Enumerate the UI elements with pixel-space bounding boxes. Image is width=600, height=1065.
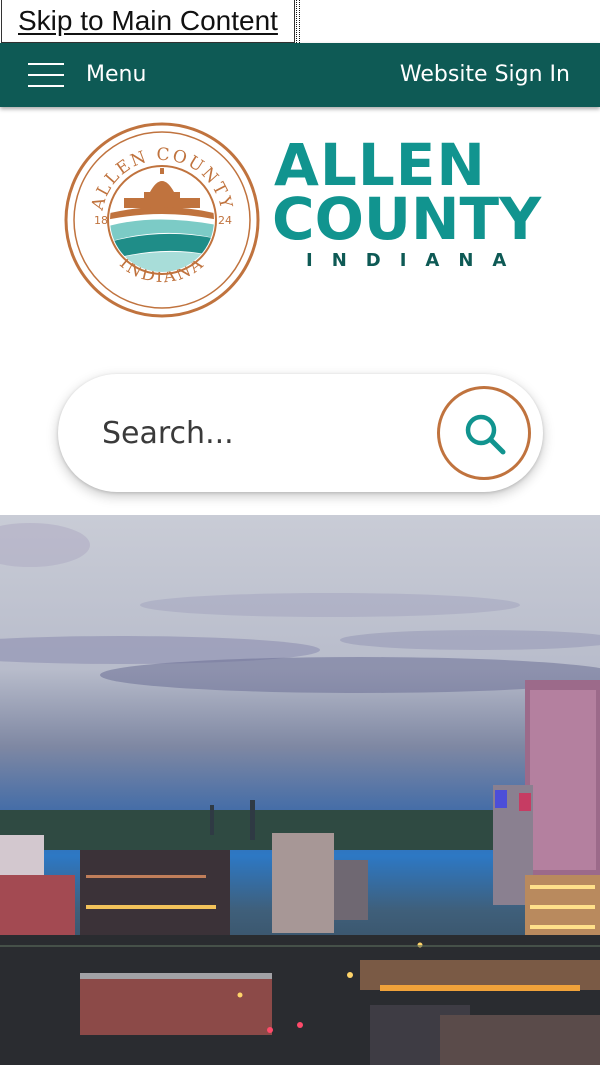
skip-to-main-link[interactable]: Skip to Main Content bbox=[1, 0, 295, 43]
svg-text:18: 18 bbox=[94, 214, 108, 227]
skip-bar: Skip to Main Content bbox=[0, 0, 600, 43]
hamburger-menu-icon[interactable] bbox=[28, 61, 64, 89]
search-button[interactable] bbox=[437, 386, 531, 480]
top-navbar: Menu Website Sign In bbox=[0, 43, 600, 107]
focus-outline bbox=[296, 0, 300, 43]
wordmark-county: COUNTY bbox=[272, 185, 542, 253]
search-box bbox=[58, 374, 543, 492]
county-seal-logo: ALLEN COUNTY INDIANA 18 24 bbox=[64, 122, 260, 318]
wordmark-indiana: INDIANA bbox=[306, 250, 526, 271]
hero-image-city-skyline bbox=[0, 515, 600, 1065]
svg-text:24: 24 bbox=[218, 214, 232, 227]
search-input[interactable] bbox=[102, 408, 422, 458]
website-sign-in-link[interactable]: Website Sign In bbox=[400, 62, 570, 87]
search-icon bbox=[465, 414, 506, 455]
home-logo-link[interactable]: ALLEN COUNTY INDIANA 18 24 ALLEN COUNTY … bbox=[62, 120, 542, 320]
menu-button[interactable]: Menu bbox=[86, 62, 146, 87]
